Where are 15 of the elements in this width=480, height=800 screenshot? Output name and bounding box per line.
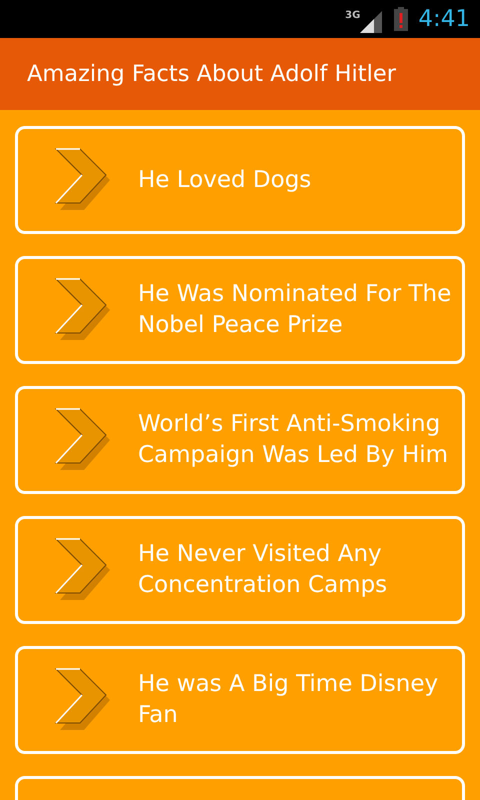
signal-icon bbox=[360, 11, 382, 33]
fact-list-item[interactable]: He Loved Dogs bbox=[15, 126, 465, 234]
chevron-icon bbox=[54, 147, 112, 213]
network-label: 3G bbox=[345, 10, 360, 21]
chevron-icon bbox=[54, 667, 112, 733]
fact-list-item[interactable]: He was A Big Time Disney Fan bbox=[15, 646, 465, 754]
clock: 4:41 bbox=[418, 6, 470, 32]
fact-list-item[interactable]: He Was Nominated For The Nobel Peace Prize bbox=[15, 256, 465, 364]
fact-list-item[interactable]: He Never Visited Any Concentration Camps bbox=[15, 516, 465, 624]
chevron-icon bbox=[54, 537, 112, 603]
app-title: Amazing Facts About Adolf Hitler bbox=[27, 61, 396, 87]
chevron-icon bbox=[54, 407, 112, 473]
fact-list-item[interactable]: World’s First Anti-Smoking Campaign Was Led By Him bbox=[15, 386, 465, 494]
chevron-icon bbox=[54, 277, 112, 343]
battery-alert-icon bbox=[394, 7, 408, 31]
